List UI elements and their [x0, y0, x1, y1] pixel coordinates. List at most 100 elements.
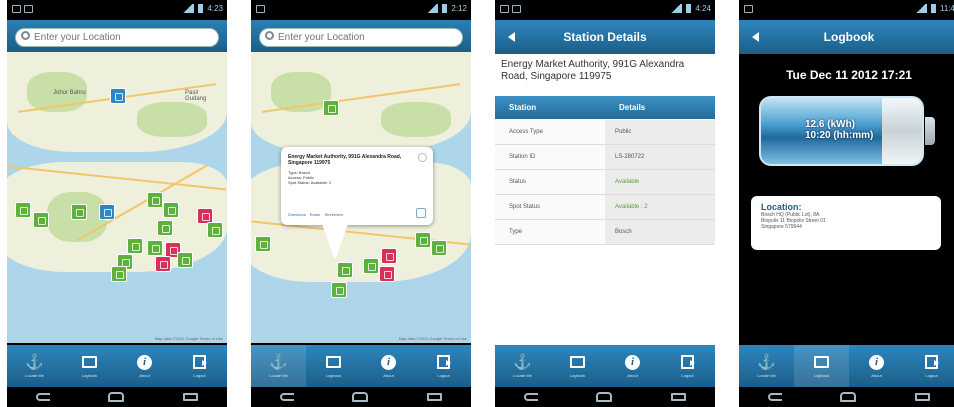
station-marker[interactable]: [337, 262, 353, 278]
back-icon[interactable]: [524, 393, 539, 401]
tab-about[interactable]: i About: [605, 345, 660, 387]
column-header: Station: [509, 103, 537, 112]
station-marker[interactable]: [127, 238, 143, 254]
home-icon[interactable]: [108, 392, 125, 402]
tab-label: Logout: [437, 373, 450, 378]
search-bar: [251, 20, 471, 52]
battery-gauge: 12.6 (kWh) 10:20 (hh:mm): [759, 96, 924, 166]
system-nav-bar: [495, 387, 715, 407]
map-popup-screen: 2:12 Map data ©2012 Google Terms of Use …: [251, 0, 471, 407]
directions-link[interactable]: Directions: [288, 212, 306, 217]
back-icon[interactable]: [280, 393, 295, 401]
home-icon[interactable]: [596, 392, 613, 402]
tab-about[interactable]: i About: [849, 345, 904, 387]
station-details-screen: 4:24 Station Details Energy Market Autho…: [495, 0, 715, 407]
tab-label: About: [139, 373, 150, 378]
station-marker[interactable]: [323, 100, 339, 116]
tab-logout[interactable]: Logout: [660, 345, 715, 387]
tab-locate-me[interactable]: ⚓ Locate Me: [739, 345, 794, 387]
route-link[interactable]: Route: [310, 212, 321, 217]
signal-icon: [915, 4, 928, 13]
details-arrow-icon[interactable]: [416, 208, 426, 218]
station-marker[interactable]: [155, 256, 171, 272]
station-marker[interactable]: [147, 240, 163, 256]
battery-icon: [198, 4, 204, 13]
station-marker[interactable]: [111, 266, 127, 282]
station-marker[interactable]: [157, 220, 173, 236]
station-marker[interactable]: [331, 282, 347, 298]
station-marker[interactable]: [99, 204, 115, 220]
tab-about[interactable]: i About: [361, 345, 416, 387]
station-marker[interactable]: [207, 222, 223, 238]
station-marker[interactable]: [147, 192, 163, 208]
tab-logbook[interactable]: Logbook: [794, 345, 849, 387]
home-icon[interactable]: [352, 392, 369, 402]
status-bar: 4:24: [495, 0, 715, 20]
details-table: Access Type Public Station ID LS-280722 St…: [495, 120, 715, 245]
logout-icon: [925, 355, 939, 369]
station-marker[interactable]: [381, 248, 397, 264]
tab-logbook[interactable]: Logbook: [306, 345, 361, 387]
system-nav-bar: [739, 387, 954, 407]
tab-locate-me[interactable]: ⚓ Locate Me: [495, 345, 550, 387]
status-time: 4:23: [207, 4, 223, 13]
row-value: Bosch: [605, 220, 715, 244]
tab-logbook[interactable]: Logbook: [62, 345, 117, 387]
tab-logbook[interactable]: Logbook: [550, 345, 605, 387]
notification-icon: [744, 5, 753, 13]
back-icon[interactable]: [768, 393, 783, 401]
map-view[interactable]: Johor Bahru Pasir Gudang Map data ©2012 …: [7, 52, 227, 343]
station-marker[interactable]: [255, 236, 271, 252]
search-input[interactable]: [259, 28, 463, 47]
map-attribution: Map data ©2012 Google Terms of Use: [398, 336, 467, 341]
signal-icon: [426, 4, 439, 13]
tab-bar: ⚓ Locate Me Logbook i About Logout: [7, 345, 227, 387]
station-marker[interactable]: [71, 204, 87, 220]
search-input[interactable]: [15, 28, 219, 47]
tab-about[interactable]: i About: [117, 345, 172, 387]
popup-title: Energy Market Authority, 991G Alexandra …: [288, 154, 402, 166]
recent-apps-icon[interactable]: [426, 393, 442, 401]
recent-apps-icon[interactable]: [914, 393, 930, 401]
tab-logout[interactable]: Logout: [416, 345, 471, 387]
tab-logout[interactable]: Logout: [172, 345, 227, 387]
tab-locate-me[interactable]: ⚓ Locate Me: [251, 345, 306, 387]
tab-logout[interactable]: Logout: [904, 345, 954, 387]
table-row: Station ID LS-280722: [495, 145, 715, 170]
status-bar: 11:4: [739, 0, 954, 20]
streetview-link[interactable]: Streetview: [324, 212, 343, 217]
system-nav-bar: [7, 387, 227, 407]
row-key: Spot Status: [495, 195, 605, 219]
station-marker[interactable]: [110, 88, 126, 104]
anchor-icon: ⚓: [269, 353, 288, 371]
location-title: Location:: [761, 202, 802, 212]
home-icon[interactable]: [840, 392, 857, 402]
station-marker[interactable]: [415, 232, 431, 248]
station-marker[interactable]: [177, 252, 193, 268]
notification-icon: [12, 5, 21, 13]
station-marker[interactable]: [163, 202, 179, 218]
recent-apps-icon[interactable]: [182, 393, 198, 401]
tab-bar: ⚓ Locate Me Logbook i About Logout: [739, 345, 954, 387]
info-icon: i: [869, 354, 884, 370]
tab-label: Logbook: [569, 373, 586, 378]
duration-value: 10:20 (hh:mm): [805, 130, 874, 141]
station-marker[interactable]: [363, 258, 379, 274]
row-value: LS-280722: [605, 145, 715, 169]
anchor-icon: ⚓: [513, 353, 532, 371]
close-icon[interactable]: [418, 153, 427, 162]
tab-label: Logout: [681, 373, 694, 378]
table-header: Station Details: [495, 96, 715, 119]
station-marker[interactable]: [33, 212, 49, 228]
station-popup[interactable]: Energy Market Authority, 991G Alexandra …: [281, 147, 433, 225]
station-marker[interactable]: [15, 202, 31, 218]
battery-tip: [925, 117, 935, 145]
map-label: Johor Bahru: [53, 90, 86, 96]
back-icon[interactable]: [36, 393, 51, 401]
station-marker[interactable]: [379, 266, 395, 282]
tab-locate-me[interactable]: ⚓ Locate Me: [7, 345, 62, 387]
station-marker[interactable]: [431, 240, 447, 256]
recent-apps-icon[interactable]: [670, 393, 686, 401]
tab-label: Locate Me: [269, 373, 288, 378]
logbook-screen: 11:4 Logbook Tue Dec 11 2012 17:21 12.6 …: [739, 0, 954, 407]
